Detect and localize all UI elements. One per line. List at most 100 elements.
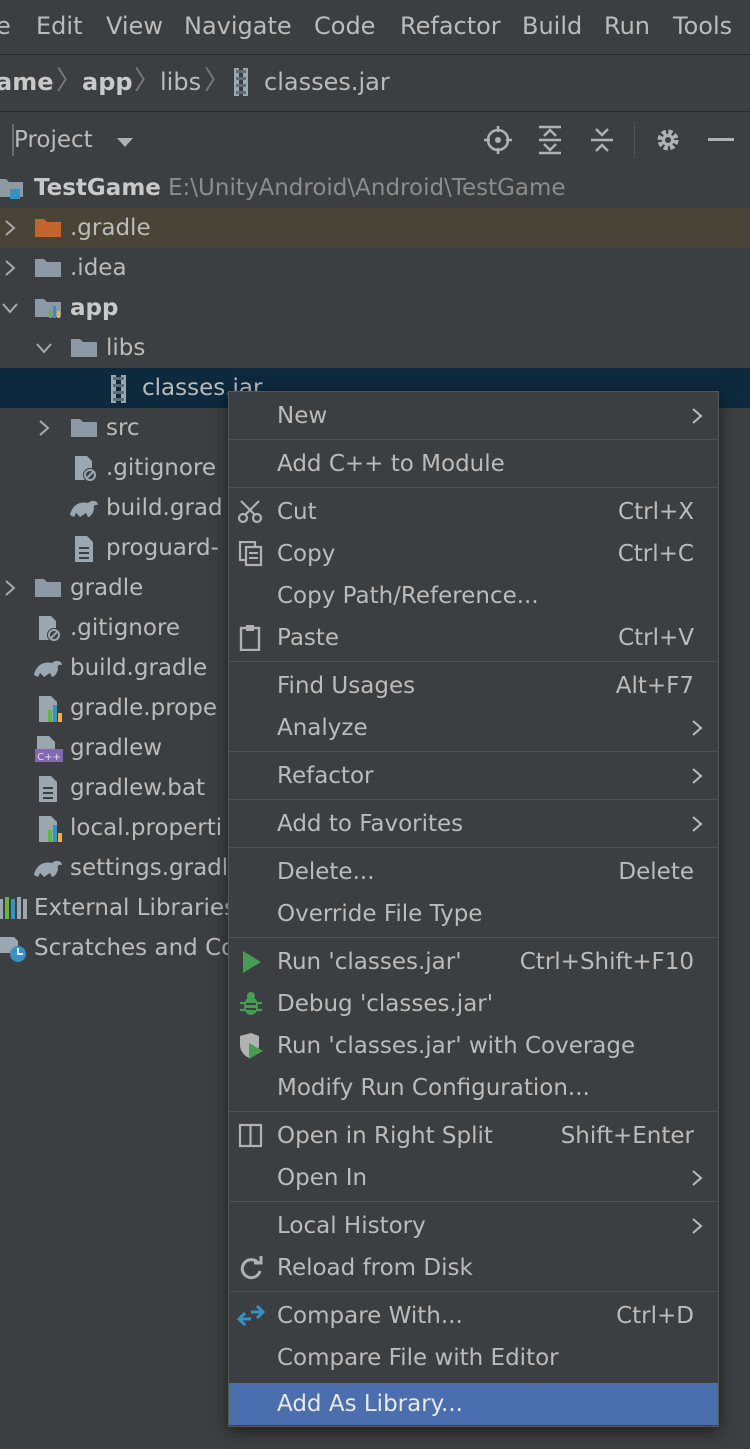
properties-icon (36, 815, 64, 842)
menu-item-label: Local History (277, 1213, 426, 1239)
menu-navigate[interactable]: Navigate (184, 10, 292, 42)
submenu-arrow-icon (690, 1170, 704, 1186)
menu-separator (229, 937, 718, 938)
menu-view[interactable]: View (106, 10, 163, 42)
menu-item-find-usages[interactable]: Find Usages Alt+F7 (229, 665, 718, 707)
menu-item-add-as-library[interactable]: Add As Library... (229, 1383, 718, 1425)
menu-item-label: Refactor (277, 763, 374, 789)
chevron-down-icon[interactable] (0, 298, 20, 318)
folder-icon (0, 175, 24, 201)
chevron-right-icon[interactable] (0, 218, 20, 238)
menu-item-paste[interactable]: Paste Ctrl+V (229, 617, 718, 659)
breadcrumb-project[interactable]: ame (0, 66, 53, 98)
minimize-icon[interactable] (708, 138, 734, 141)
menu-item-label: Modify Run Configuration... (277, 1075, 590, 1101)
menu-item-compare-with[interactable]: Compare With... Ctrl+D (229, 1295, 718, 1337)
project-view-title[interactable]: Project (12, 124, 93, 156)
project-toolwindow-header: Project (0, 112, 750, 169)
menu-item-label: Copy (277, 541, 336, 567)
submenu-arrow-icon (690, 1218, 704, 1234)
context-menu: New Add C++ to Module Cut Ctrl+X Copy Ct… (228, 391, 719, 1427)
tree-label: settings.gradl (70, 855, 229, 881)
breadcrumb-app[interactable]: app (82, 66, 133, 98)
svg-text:C++: C++ (37, 752, 61, 763)
menu-item-add-favorites[interactable]: Add to Favorites (229, 803, 718, 845)
folder-icon (70, 415, 98, 441)
menu-item-label: Find Usages (277, 673, 416, 699)
menu-separator (229, 487, 718, 488)
gear-icon[interactable] (654, 125, 682, 159)
tree-label: Scratches and Co (34, 935, 236, 961)
menu-item-cut[interactable]: Cut Ctrl+X (229, 491, 718, 533)
paste-icon (237, 625, 265, 652)
menu-item-label: New (277, 403, 328, 429)
script-icon: C++ (34, 735, 63, 763)
tree-label: gradle (70, 575, 144, 601)
menu-item-override-file-type[interactable]: Override File Type (229, 893, 718, 935)
menu-item-open-right-split[interactable]: Open in Right Split Shift+Enter (229, 1115, 718, 1157)
menu-item-label: Run 'classes.jar' (277, 949, 462, 975)
locate-icon[interactable] (483, 125, 513, 159)
menu-edit[interactable]: Edit (36, 10, 82, 42)
menu-refactor[interactable]: Refactor (400, 10, 501, 42)
menu-run[interactable]: Run (604, 10, 650, 42)
menu-bar: e Edit View Navigate Code Refactor Build… (0, 0, 750, 55)
tree-row-dotgradle[interactable]: .gradle (0, 208, 750, 248)
menu-item-shortcut: Alt+F7 (615, 673, 694, 699)
menu-item-label: Paste (277, 625, 340, 651)
menu-item-debug[interactable]: Debug 'classes.jar' (229, 983, 718, 1025)
menu-item-delete[interactable]: Delete... Delete (229, 851, 718, 893)
menu-item-label: Debug 'classes.jar' (277, 991, 494, 1017)
tree-root-path: E:\UnityAndroid\Android\TestGame (168, 175, 566, 201)
tree-row-root[interactable]: TestGame E:\UnityAndroid\Android\TestGam… (0, 168, 750, 208)
menu-item-run-coverage[interactable]: Run 'classes.jar' with Coverage (229, 1025, 718, 1067)
folder-icon (34, 255, 62, 281)
tree-label: .gradle (70, 215, 151, 241)
expand-all-icon[interactable] (536, 125, 564, 159)
menu-item-shortcut: Delete (618, 859, 694, 885)
gradle-icon (68, 495, 98, 521)
menu-separator (229, 1291, 718, 1292)
menu-item-label: Compare File with Editor (277, 1345, 559, 1371)
menu-file[interactable]: e (0, 10, 11, 42)
menu-item-modify-run-config[interactable]: Modify Run Configuration... (229, 1067, 718, 1109)
menu-separator (229, 439, 718, 440)
tree-row-libs[interactable]: libs (0, 328, 750, 368)
chevron-down-icon[interactable] (116, 134, 134, 153)
menu-item-reload-disk[interactable]: Reload from Disk (229, 1247, 718, 1289)
breadcrumb-separator: 〉 (204, 66, 231, 96)
gradle-icon (32, 855, 62, 881)
menu-tools[interactable]: Tools (673, 10, 732, 42)
menu-item-label: Copy Path/Reference... (277, 583, 539, 609)
library-icon (0, 895, 27, 921)
menu-item-refactor[interactable]: Refactor (229, 755, 718, 797)
chevron-right-icon[interactable] (0, 578, 20, 598)
menu-item-add-cpp[interactable]: Add C++ to Module (229, 443, 718, 485)
file-icon (36, 775, 64, 802)
menu-item-run[interactable]: Run 'classes.jar' Ctrl+Shift+F10 (229, 941, 718, 983)
menu-item-label: Cut (277, 499, 317, 525)
breadcrumb-libs[interactable]: libs (160, 66, 201, 98)
tree-row-idea[interactable]: .idea (0, 248, 750, 288)
tree-label: libs (106, 335, 146, 361)
folder-icon (70, 335, 98, 361)
menu-item-open-in[interactable]: Open In (229, 1157, 718, 1199)
menu-item-copy[interactable]: Copy Ctrl+C (229, 533, 718, 575)
chevron-right-icon[interactable] (34, 418, 54, 438)
collapse-all-icon[interactable] (588, 125, 616, 159)
menu-item-shortcut: Ctrl+X (618, 499, 694, 525)
chevron-down-icon[interactable] (34, 338, 54, 358)
tree-label: External Libraries (34, 895, 237, 921)
menu-item-new[interactable]: New (229, 395, 718, 437)
menu-build[interactable]: Build (522, 10, 582, 42)
menu-code[interactable]: Code (314, 10, 375, 42)
menu-item-analyze[interactable]: Analyze (229, 707, 718, 749)
chevron-right-icon[interactable] (0, 258, 20, 278)
menu-item-compare-editor[interactable]: Compare File with Editor (229, 1337, 718, 1379)
tree-row-app[interactable]: app (0, 288, 750, 328)
menu-item-copy-path[interactable]: Copy Path/Reference... (229, 575, 718, 617)
folder-icon (34, 215, 62, 241)
menu-item-local-history[interactable]: Local History (229, 1205, 718, 1247)
jar-icon (232, 68, 252, 96)
breadcrumb-file[interactable]: classes.jar (264, 66, 390, 98)
